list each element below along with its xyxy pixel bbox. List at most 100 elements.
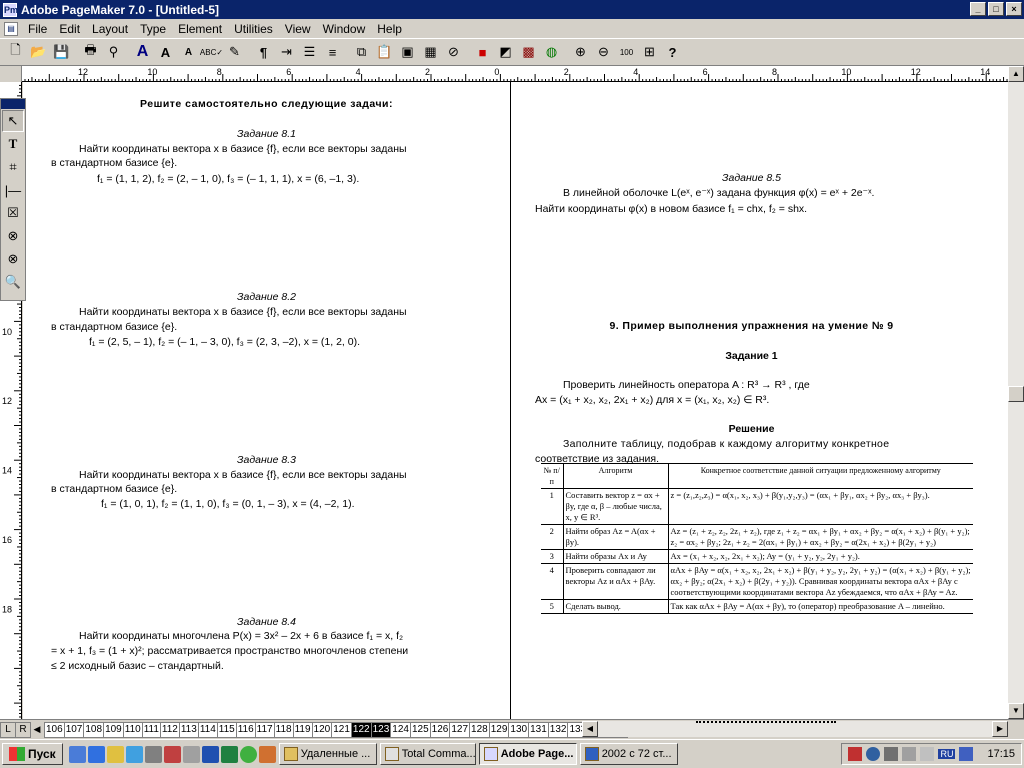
page-tab-117[interactable]: 117	[254, 721, 275, 738]
page-tab-112[interactable]: 112	[159, 721, 180, 738]
horizontal-ruler[interactable]: 12 10 8 6 4 2 0 2 4 6 8 10 12 14	[22, 66, 1008, 82]
ellipse-tool-icon[interactable]: ⊗	[2, 225, 24, 247]
picture-icon[interactable]: ▩	[517, 41, 540, 63]
rect-tool-icon[interactable]: ☒	[2, 202, 24, 224]
spell-check-icon[interactable]: ABC✓	[200, 41, 223, 63]
link-icon[interactable]: ⊘	[442, 41, 465, 63]
scroll-left-icon[interactable]: ◀	[582, 721, 598, 737]
scroll-down-icon[interactable]: ▼	[1008, 703, 1024, 719]
taskbar-button-deleted[interactable]: Удаленные ...	[278, 743, 377, 765]
page-tab-124[interactable]: 124	[390, 721, 411, 738]
zoom-out-icon[interactable]: ⊖	[592, 41, 615, 63]
vertical-scrollbar[interactable]: ▲ ▼	[1008, 66, 1024, 719]
text-icon[interactable]: A	[131, 41, 154, 63]
menu-view[interactable]: View	[279, 22, 317, 36]
doc-restore-button[interactable]: □	[988, 2, 1004, 16]
quicklaunch-app5-icon[interactable]	[258, 745, 276, 763]
page-tab-125[interactable]: 125	[409, 721, 431, 738]
crop-tool-icon[interactable]: ⌗	[2, 156, 24, 178]
paragraph-icon[interactable]: ¶	[252, 41, 275, 63]
pointer-tool-icon[interactable]: ↖	[2, 110, 24, 132]
page-tab-128[interactable]: 128	[469, 721, 490, 738]
edit-icon[interactable]: ✎	[223, 41, 246, 63]
menu-file[interactable]: File	[22, 22, 53, 36]
page-tab-115[interactable]: 115	[216, 721, 237, 738]
zoom-in-icon[interactable]: ⊕	[569, 41, 592, 63]
tray-device-icon[interactable]	[920, 747, 935, 761]
page-tab-122[interactable]: 122	[350, 721, 372, 738]
page-tab-114[interactable]: 114	[197, 721, 218, 738]
page-tab-113[interactable]: 113	[178, 721, 199, 738]
menu-window[interactable]: Window	[317, 22, 372, 36]
page-tab-118[interactable]: 118	[273, 721, 294, 738]
taskbar-button-word-doc[interactable]: 2002 с 72 ст...	[579, 743, 678, 765]
find-icon[interactable]: ⚲	[102, 41, 125, 63]
page-tab-123[interactable]: 123	[370, 721, 392, 738]
page-tab-109[interactable]: 109	[103, 721, 124, 738]
tray-printer-icon[interactable]	[902, 747, 917, 761]
menu-help[interactable]: Help	[371, 22, 408, 36]
tray-antivirus-icon[interactable]	[848, 747, 863, 761]
color-icon[interactable]: ■	[471, 41, 494, 63]
page-scroll-left-icon[interactable]: ◀	[30, 722, 44, 738]
globe-icon[interactable]: ◍	[540, 41, 563, 63]
quicklaunch-folder-icon[interactable]	[106, 745, 124, 763]
quicklaunch-app4-icon[interactable]	[239, 745, 257, 763]
quicklaunch-app3-icon[interactable]	[182, 745, 200, 763]
page-tab-126[interactable]: 126	[429, 721, 451, 738]
document-icon[interactable]: ▤	[4, 21, 18, 36]
page-tab-131[interactable]: 131	[528, 721, 549, 738]
right-master-page[interactable]: R	[15, 721, 31, 738]
menu-type[interactable]: Type	[134, 22, 172, 36]
scroll-right-icon[interactable]: ▶	[992, 721, 1008, 737]
page-tab-108[interactable]: 108	[83, 721, 105, 738]
page-tab-132[interactable]: 132	[547, 721, 569, 738]
page-tab-119[interactable]: 119	[292, 721, 313, 738]
fit-icon[interactable]: ⊞	[638, 41, 661, 63]
indent-icon[interactable]: ⇥	[275, 41, 298, 63]
copy-icon[interactable]: ⧉	[350, 41, 373, 63]
page-tab-120[interactable]: 120	[311, 721, 333, 738]
menu-utilities[interactable]: Utilities	[228, 22, 279, 36]
tray-app-icon[interactable]	[959, 747, 974, 761]
print-icon[interactable]: 🖶	[79, 41, 102, 63]
line-tool-icon[interactable]: |—	[2, 179, 24, 201]
page-tab-111[interactable]: 111	[141, 721, 161, 738]
horizontal-scrollbar[interactable]: ◀ ▶	[582, 721, 1008, 737]
toolbox-title-bar[interactable]	[1, 99, 25, 109]
menu-element[interactable]: Element	[172, 22, 228, 36]
paste-icon[interactable]: 📋	[373, 41, 396, 63]
actual-size-icon[interactable]: 100	[615, 41, 638, 63]
text-tool-icon[interactable]: T	[2, 133, 24, 155]
open-icon[interactable]: 📂	[27, 41, 50, 63]
page-tab-127[interactable]: 127	[449, 721, 471, 738]
quicklaunch-app2-icon[interactable]	[163, 745, 181, 763]
quicklaunch-tool-icon[interactable]	[144, 745, 162, 763]
quicklaunch-app-icon[interactable]	[125, 745, 143, 763]
start-button[interactable]: Пуск	[2, 743, 63, 765]
page-tab-110[interactable]: 110	[122, 721, 143, 738]
doc-minimize-button[interactable]: _	[970, 2, 986, 16]
doc-close-button[interactable]: ×	[1006, 2, 1022, 16]
place-icon[interactable]: ▣	[396, 41, 419, 63]
language-indicator[interactable]: RU	[938, 749, 956, 759]
taskbar-button-totalcmd[interactable]: Total Comma...	[379, 743, 476, 765]
page-tab-130[interactable]: 130	[508, 721, 530, 738]
save-icon[interactable]: 💾	[50, 41, 73, 63]
page-tab-129[interactable]: 129	[488, 721, 510, 738]
page-spread[interactable]: Решите самостоятельно следующие задачи: …	[23, 82, 1008, 719]
new-doc-icon[interactable]: 🗋	[4, 41, 27, 63]
page-tab-107[interactable]: 107	[63, 721, 85, 738]
pagemaker-app-icon[interactable]: Pm	[3, 2, 18, 17]
image-icon[interactable]: ▦	[419, 41, 442, 63]
font-size-down-icon[interactable]: A	[177, 41, 200, 63]
taskbar-button-pagemaker[interactable]: Adobe Page...	[478, 743, 577, 765]
scroll-up-icon[interactable]: ▲	[1008, 66, 1024, 82]
quicklaunch-excel-icon[interactable]	[220, 745, 238, 763]
scroll-thumb[interactable]	[1008, 386, 1024, 402]
help-icon[interactable]: ?	[661, 41, 684, 63]
ruler-corner[interactable]	[0, 66, 22, 82]
tray-volume-icon[interactable]	[884, 747, 899, 761]
font-size-up-icon[interactable]: A	[154, 41, 177, 63]
zoom-tool-icon[interactable]: 🔍	[2, 271, 24, 293]
